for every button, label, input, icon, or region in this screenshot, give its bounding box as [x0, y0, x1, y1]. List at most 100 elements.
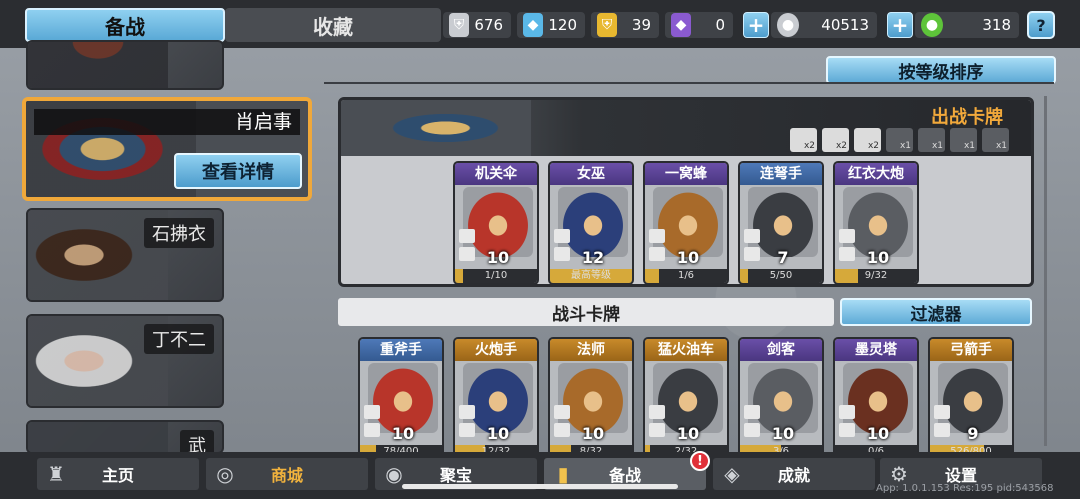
- unit-card[interactable]: 一窝蜂 10 1/6: [643, 161, 729, 285]
- coins-icon: ◎: [216, 462, 234, 486]
- unit-card-level: 10: [866, 424, 890, 443]
- unit-card[interactable]: 猛火油车102/32: [643, 337, 729, 461]
- unit-card[interactable]: 重斧手1078/400: [358, 337, 444, 461]
- unit-card-name: 重斧手: [360, 339, 442, 361]
- unit-card-level: 10: [676, 424, 700, 443]
- unit-type-icon: [459, 405, 475, 419]
- hero-banner-art: [341, 100, 531, 156]
- unit-card-level: 10: [486, 248, 510, 267]
- hero-name: 石拂衣: [144, 218, 214, 248]
- unit-move-icon: [744, 423, 760, 437]
- unit-card-level: 10: [866, 248, 890, 267]
- gold-shield-icon: ⛨: [597, 13, 617, 37]
- nav-label: 聚宝: [439, 466, 472, 485]
- resource-purple-crystal: ◆ 0: [665, 12, 733, 38]
- resource-value: 318: [982, 16, 1011, 34]
- home-indicator[interactable]: [402, 484, 678, 489]
- nav-achievement[interactable]: ◈ 成就: [713, 458, 875, 490]
- resource-silver-shield: ⛨ 676: [443, 12, 511, 38]
- unit-move-icon: [839, 247, 855, 261]
- unit-type-icon: [744, 229, 760, 243]
- unit-card[interactable]: 连弩手 7 5/50: [738, 161, 824, 285]
- unit-type-icon: [649, 229, 665, 243]
- unit-move-icon: [554, 423, 570, 437]
- hero-name: 丁不二: [144, 324, 214, 354]
- progress-fill: [835, 269, 858, 283]
- unit-move-icon: [744, 247, 760, 261]
- divider: [324, 82, 1054, 84]
- unit-move-icon: [649, 247, 665, 261]
- unit-card-name: 女巫: [550, 163, 632, 185]
- hero-name: 肖启事: [34, 109, 300, 135]
- unit-card-name: 法师: [550, 339, 632, 361]
- hero-card[interactable]: 丁不二: [26, 314, 224, 408]
- unit-type-icon: [934, 405, 950, 419]
- unit-card[interactable]: 女巫 12 最高等级: [548, 161, 634, 285]
- unit-type-icon: [744, 405, 760, 419]
- unit-card[interactable]: 墨灵塔100/6: [833, 337, 919, 461]
- tab-collection[interactable]: 收藏: [225, 8, 441, 42]
- unit-card-name: 墨灵塔: [835, 339, 917, 361]
- unit-card[interactable]: 弓箭手9526/800: [928, 337, 1014, 461]
- castle-icon: ♜: [47, 462, 65, 486]
- unit-card-name: 弓箭手: [930, 339, 1012, 361]
- unit-card-name: 一窝蜂: [645, 163, 727, 185]
- unit-type-icon: [839, 405, 855, 419]
- unit-move-icon: [554, 247, 570, 261]
- add-coins-button[interactable]: +: [743, 12, 769, 38]
- view-details-button[interactable]: 查看详情: [174, 153, 302, 189]
- progress-text: 5/50: [769, 270, 793, 281]
- version-text: App: 1.0.1.153 Res:195 pid:543568: [876, 483, 1054, 494]
- resource-blue-crystal: ◆ 120: [517, 12, 585, 38]
- hero-card[interactable]: 石拂衣: [26, 208, 224, 302]
- unit-card[interactable]: 法师108/32: [548, 337, 634, 461]
- unit-card[interactable]: 剑客103/6: [738, 337, 824, 461]
- nav-shop[interactable]: ◎ 商城: [206, 458, 368, 490]
- unit-card[interactable]: 火炮手1012/32: [453, 337, 539, 461]
- help-button[interactable]: ?: [1027, 11, 1055, 39]
- unit-card-name: 火炮手: [455, 339, 537, 361]
- unit-card-level: 10: [771, 424, 795, 443]
- unit-card-level: 12: [581, 248, 605, 267]
- hero-card-partial-bottom[interactable]: 武: [26, 420, 224, 454]
- hero-card-selected[interactable]: 肖启事 查看详情: [22, 97, 312, 201]
- hero-name: 武: [180, 430, 214, 452]
- tower-skill-icon: x1: [918, 128, 945, 152]
- add-gems-button[interactable]: +: [887, 12, 913, 38]
- scrollbar[interactable]: [1044, 96, 1047, 446]
- progress-fill: [740, 269, 749, 283]
- unit-card-level: 7: [777, 248, 789, 267]
- unit-card-progress: 1/6: [645, 269, 727, 283]
- progress-text: 1/10: [484, 270, 508, 281]
- unit-card[interactable]: 红衣大炮 10 9/32: [833, 161, 919, 285]
- nav-label: 成就: [777, 466, 810, 485]
- hero-card-partial-top[interactable]: [26, 40, 224, 90]
- battle-deck-header: 出战卡牌 x2 x2 x2 x1 x1 x1 x1: [341, 100, 1031, 156]
- fist-skill-icon: x1: [886, 128, 913, 152]
- silver-coin-icon: ●: [777, 13, 799, 37]
- unit-type-icon: [554, 229, 570, 243]
- nav-home[interactable]: ♜ 主页: [37, 458, 199, 490]
- unit-type-icon: [364, 405, 380, 419]
- sword-skill-icon: x2: [790, 128, 817, 152]
- unit-card-name: 机关伞: [455, 163, 537, 185]
- achievement-icon: ◈: [724, 462, 740, 486]
- unit-move-icon: [649, 423, 665, 437]
- unit-card-progress: 最高等级: [550, 269, 632, 283]
- rider-skill-icon: x2: [822, 128, 849, 152]
- progress-text: 1/6: [677, 270, 695, 281]
- skill-row: x2 x2 x2 x1 x1 x1 x1: [790, 128, 1009, 152]
- tab-prepare[interactable]: 备战: [25, 8, 225, 42]
- unit-card[interactable]: 机关伞 10 1/10: [453, 161, 539, 285]
- unit-card-level: 10: [486, 424, 510, 443]
- gear-skill-icon: x1: [950, 128, 977, 152]
- unit-card-level: 10: [391, 424, 415, 443]
- purple-crystal-icon: ◆: [671, 13, 691, 37]
- hero-portrait: [28, 422, 168, 452]
- sort-by-level-button[interactable]: 按等级排序: [826, 56, 1056, 84]
- resource-value: 39: [631, 16, 651, 34]
- battle-cards-section-header: 战斗卡牌: [338, 298, 834, 326]
- resource-silver-coin: ● 40513: [771, 12, 877, 38]
- nav-label: 备战: [608, 466, 641, 485]
- filter-button[interactable]: 过滤器: [840, 298, 1032, 326]
